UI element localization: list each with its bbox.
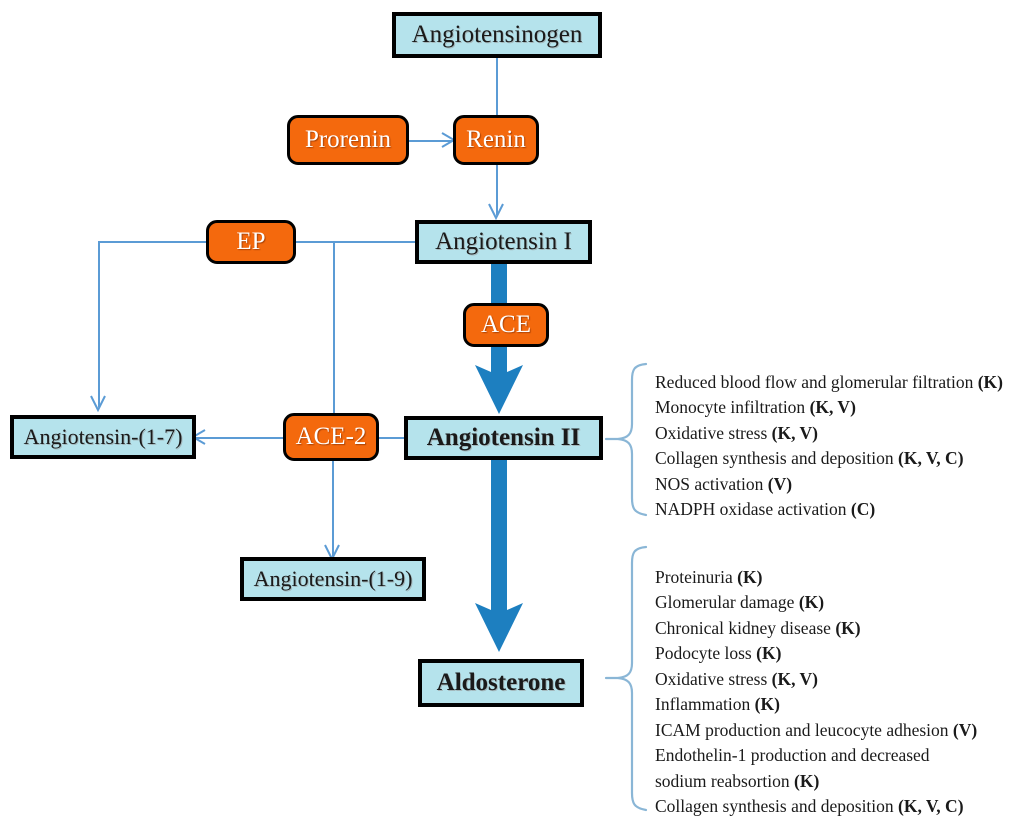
node-ep[interactable]: EP xyxy=(206,220,296,264)
angiotensin-ii-effects-list: Reduced blood flow and glomerular filtra… xyxy=(655,370,1003,523)
connector-ep-left-branch xyxy=(98,241,206,243)
effect-row: Proteinuria (K) xyxy=(655,567,763,587)
node-ace-label: ACE xyxy=(481,310,531,338)
node-angiotensin-1-9-label: Angiotensin-(1-9) xyxy=(253,566,413,592)
node-renin[interactable]: Renin xyxy=(453,115,539,165)
connector-ep-to-ace2 xyxy=(333,241,335,413)
effect-row: Chronical kidney disease (K) xyxy=(655,617,861,638)
effect-row: Glomerular damage (K) xyxy=(655,592,825,613)
connector-ace2-to-angiotensin-1-9 xyxy=(332,461,334,556)
node-angiotensinogen-label: Angiotensinogen xyxy=(411,20,583,48)
connector-ep-left-down-to-angiotensin-1-7 xyxy=(98,241,100,407)
node-ace2[interactable]: ACE-2 xyxy=(283,413,379,461)
connector-ace2-to-angiotensin-1-7 xyxy=(196,437,294,439)
effect-row: Inflammation (K) xyxy=(655,694,780,715)
node-angiotensin-ii[interactable]: Angiotensin II xyxy=(404,416,603,460)
node-prorenin-label: Prorenin xyxy=(304,125,392,153)
node-angiotensin-i[interactable]: Angiotensin I xyxy=(415,220,592,264)
node-angiotensin-ii-label: Angiotensin II xyxy=(426,423,581,451)
effect-row: Nephrosclerosis (K) xyxy=(655,820,985,823)
node-angiotensin-1-9[interactable]: Angiotensin-(1-9) xyxy=(240,557,426,601)
brace-angiotensin-ii-effects xyxy=(604,362,648,518)
aldosterone-effects-list: Proteinuria (K) Glomerular damage (K) Ch… xyxy=(655,565,985,823)
effect-row: Monocyte infiltration (K, V) xyxy=(655,397,856,418)
arrowhead-ep-to-angiotensin-1-7 xyxy=(89,394,109,416)
effect-row: Oxidative stress (K, V) xyxy=(655,422,818,443)
node-angiotensin-1-7[interactable]: Angiotensin-(1-7) xyxy=(10,415,196,459)
effect-row: Endothelin-1 production and decreased so… xyxy=(655,745,930,791)
connector-angiotensinogen-to-renin xyxy=(496,57,498,115)
node-ep-label: EP xyxy=(236,227,266,255)
node-ace2-label: ACE-2 xyxy=(295,422,367,450)
effect-row: NOS activation (V) xyxy=(655,473,793,494)
diagram-canvas: Angiotensinogen Prorenin Renin EP Angiot… xyxy=(0,0,1024,823)
effect-row: Collagen synthesis and deposition (K, V,… xyxy=(655,448,964,469)
thick-arrow-angiotensin-ii-to-aldosterone xyxy=(472,458,526,658)
node-angiotensin-i-label: Angiotensin I xyxy=(435,227,572,255)
effect-row: Podocyte loss (K) xyxy=(655,643,782,664)
node-ace[interactable]: ACE xyxy=(463,303,549,347)
connector-ep-to-angiotensin-i xyxy=(296,241,416,243)
effect-row: NADPH oxidase activation (C) xyxy=(655,499,876,520)
node-aldosterone[interactable]: Aldosterone xyxy=(418,659,584,707)
effect-row: Reduced blood flow and glomerular filtra… xyxy=(655,372,1003,392)
effect-row: Oxidative stress (K, V) xyxy=(655,668,818,689)
node-angiotensinogen[interactable]: Angiotensinogen xyxy=(392,12,602,58)
brace-aldosterone-effects xyxy=(604,545,648,813)
effect-row: ICAM production and leucocyte adhesion (… xyxy=(655,719,978,740)
node-angiotensin-1-7-label: Angiotensin-(1-7) xyxy=(23,424,183,450)
node-prorenin[interactable]: Prorenin xyxy=(287,115,409,165)
effect-row: Collagen synthesis and deposition (K, V,… xyxy=(655,796,964,817)
node-renin-label: Renin xyxy=(466,125,526,153)
node-aldosterone-label: Aldosterone xyxy=(436,668,566,696)
